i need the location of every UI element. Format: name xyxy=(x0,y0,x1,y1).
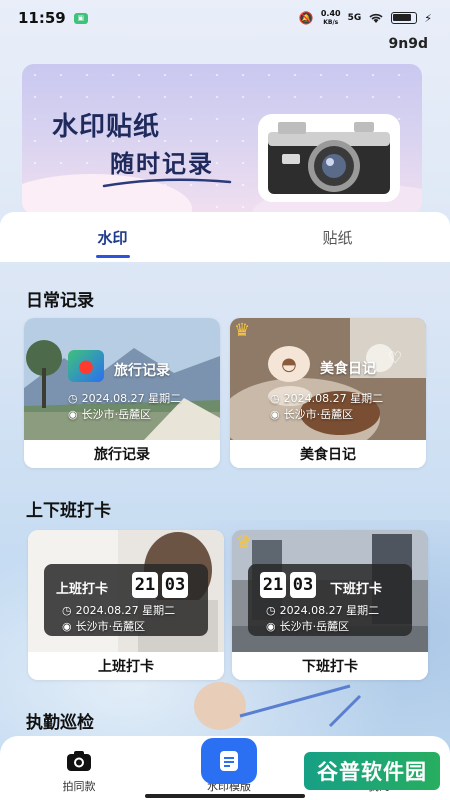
net-speed-value: 0.40 xyxy=(320,9,341,18)
template-card-food[interactable]: ♛ ◓ 美食日记 ♡ ◷ 2024.08.27 星期二 ◉ 长沙市·岳麓区 美食… xyxy=(230,318,426,468)
site-watermark-logo: 谷普软件园 xyxy=(304,752,440,790)
patrol-illustration xyxy=(194,682,362,730)
card-clock-out-date: ◷ 2024.08.27 星期二 xyxy=(266,602,379,618)
clock-out-hour: 21 xyxy=(260,572,286,598)
card-food-location-text: 长沙市·岳麓区 xyxy=(283,408,354,421)
net-speed-unit: KB/s xyxy=(323,19,339,26)
card-travel-date-text: 2024.08.27 星期二 xyxy=(81,392,182,405)
user-id[interactable]: 9n9d xyxy=(389,36,428,52)
banner-title-line1: 水印贴纸 xyxy=(52,112,161,142)
clock-icon: ◷ xyxy=(266,603,276,617)
card-travel-location: ◉ 长沙市·岳麓区 xyxy=(68,406,151,422)
charging-icon: ⚡ xyxy=(424,11,432,25)
notification-badge-icon: ▣ xyxy=(73,12,88,24)
status-right: 🔕 0.40 KB/s 5G ⚡ xyxy=(299,9,432,27)
card-clock-out-location-text: 长沙市·岳麓区 xyxy=(279,620,350,633)
location-icon: ◉ xyxy=(68,407,78,421)
camera-icon xyxy=(67,751,91,771)
template-card-clock-in[interactable]: 上班打卡 21 03 ◷ 2024.08.27 星期二 ◉ 长沙市·岳麓区 上班… xyxy=(28,530,224,680)
template-card-clock-out[interactable]: ♛ 21 03 下班打卡 ◷ 2024.08.27 星期二 ◉ 长沙市·岳麓区 … xyxy=(232,530,428,680)
status-bar: 11:59 ▣ 🔕 0.40 KB/s 5G ⚡ xyxy=(0,0,450,36)
clock-icon: ◷ xyxy=(68,391,78,405)
tab-bar: 水印 贴纸 xyxy=(0,212,450,262)
card-clock-out-location: ◉ 长沙市·岳麓区 xyxy=(266,618,349,634)
status-time: 11:59 xyxy=(18,9,66,27)
banner-swoosh xyxy=(102,178,232,188)
template-card-travel[interactable]: ● 旅行记录 ◷ 2024.08.27 星期二 ◉ 长沙市·岳麓区 旅行记录 xyxy=(24,318,220,468)
camera-illustration-icon xyxy=(258,114,400,202)
location-icon: ◉ xyxy=(270,407,280,421)
signal-label: 5G xyxy=(347,13,362,23)
home-indicator[interactable] xyxy=(145,794,305,798)
tab-watermark[interactable]: 水印 xyxy=(0,212,225,262)
hero-banner[interactable]: 水印贴纸 随时记录 xyxy=(22,64,422,214)
map-pin-icon: ● xyxy=(68,350,104,382)
card-clock-in-date-text: 2024.08.27 星期二 xyxy=(75,604,176,617)
card-travel-location-text: 长沙市·岳麓区 xyxy=(81,408,152,421)
card-clock-in-date: ◷ 2024.08.27 星期二 xyxy=(62,602,175,618)
mute-bell-icon: 🔕 xyxy=(298,11,314,25)
nav-shoot-same-label: 拍同款 xyxy=(62,780,96,793)
card-food-wm-title: 美食日记 xyxy=(320,361,376,377)
tab-sticker-label: 贴纸 xyxy=(322,228,353,247)
banner-title-line2: 随时记录 xyxy=(110,149,214,178)
network-speed: 0.40 KB/s xyxy=(321,9,341,27)
crown-badge-icon: ♛ xyxy=(236,532,253,553)
card-travel-date: ◷ 2024.08.27 星期二 xyxy=(68,390,181,406)
wifi-icon xyxy=(368,12,384,24)
battery-icon xyxy=(391,12,418,24)
clock-out-minute: 03 xyxy=(290,572,316,598)
card-clock-in-location-text: 长沙市·岳麓区 xyxy=(75,620,146,633)
template-icon xyxy=(220,751,238,771)
card-food-label: 美食日记 xyxy=(230,440,426,468)
card-clock-out-date-text: 2024.08.27 星期二 xyxy=(279,604,380,617)
clock-in-hour: 21 xyxy=(132,572,158,598)
tab-sticker[interactable]: 贴纸 xyxy=(225,212,450,262)
card-food-date: ◷ 2024.08.27 星期二 xyxy=(270,390,383,406)
clock-icon: ◷ xyxy=(62,603,72,617)
card-food-location: ◉ 长沙市·岳麓区 xyxy=(270,406,353,422)
section-title-patrol: 执勤巡检 xyxy=(26,713,94,733)
clock-icon: ◷ xyxy=(270,391,280,405)
cake-icon: ◓ xyxy=(268,346,310,382)
location-icon: ◉ xyxy=(62,619,72,633)
section-title-commute: 上下班打卡 xyxy=(26,501,111,521)
crown-badge-icon: ♛ xyxy=(234,320,251,341)
card-clock-in-wm-title: 上班打卡 xyxy=(56,582,109,597)
card-travel-wm-title: 旅行记录 xyxy=(114,363,170,379)
template-center-button[interactable] xyxy=(201,738,257,784)
heart-icon: ♡ xyxy=(388,348,403,367)
section-title-daily: 日常记录 xyxy=(26,291,94,311)
tab-watermark-label: 水印 xyxy=(97,228,128,247)
location-icon: ◉ xyxy=(266,619,276,633)
card-travel-label: 旅行记录 xyxy=(24,440,220,468)
card-clock-in-location: ◉ 长沙市·岳麓区 xyxy=(62,618,145,634)
card-food-date-text: 2024.08.27 星期二 xyxy=(283,392,384,405)
nav-item-shoot-same[interactable]: 拍同款 xyxy=(24,736,134,800)
clock-in-minute: 03 xyxy=(162,572,188,598)
card-clock-out-wm-title: 下班打卡 xyxy=(330,582,383,597)
